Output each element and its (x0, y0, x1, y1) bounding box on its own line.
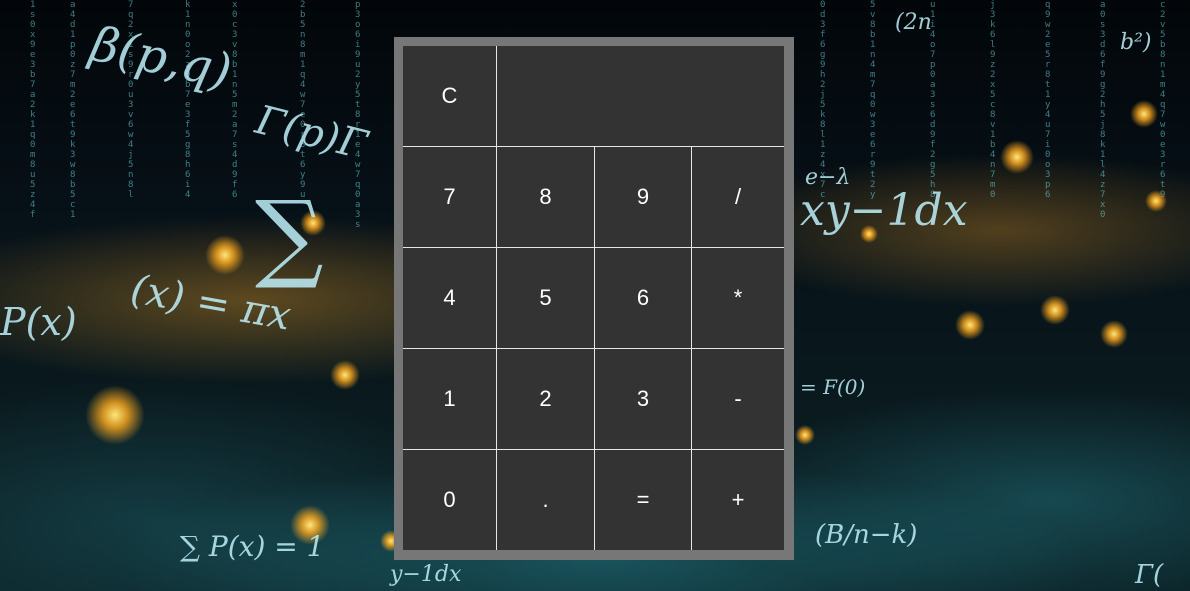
matrix-rain: p3o6i9u2y5t8r1e4w7q0a3s (355, 0, 361, 230)
formula-gamma: Γ(p)Γ (251, 97, 372, 169)
matrix-rain: 5v8b1n4m7q0w3e6r9t2y (870, 0, 876, 200)
clear-button[interactable]: C (403, 46, 497, 147)
formula-integral: xy−1dx (800, 185, 968, 236)
formula-e-lambda: e−λ (805, 165, 851, 190)
key-9-button[interactable]: 9 (595, 147, 692, 248)
formula-gamma-bottom: Γ( (1135, 560, 1164, 590)
key-0-button[interactable]: 0 (403, 450, 497, 550)
subtract-button[interactable]: - (692, 349, 784, 450)
glow-light (1100, 320, 1128, 348)
calculator: C 7 8 9 / 4 5 6 * 1 2 3 - 0 . = + (394, 37, 794, 560)
key-5-button[interactable]: 5 (497, 248, 595, 349)
key-1-button[interactable]: 1 (403, 349, 497, 450)
key-7-button[interactable]: 7 (403, 147, 497, 248)
formula-fraction: (B/n−k) (815, 520, 918, 550)
matrix-rain: 1s0x9e3b7a2k1q0m8u5z4f (30, 0, 36, 220)
glow-light (205, 235, 245, 275)
equals-button[interactable]: = (595, 450, 692, 550)
key-3-button[interactable]: 3 (595, 349, 692, 450)
formula-f-zero: = F(0) (800, 375, 866, 399)
formula-2n: (2n (895, 10, 932, 35)
matrix-rain: a4d1p0z7m2e6t9k3w8b5c1 (70, 0, 76, 220)
formula-sum: ∑ (255, 180, 324, 292)
formula-beta: β(p,q) (85, 15, 237, 101)
formula-p-x: P(x) (0, 300, 77, 344)
add-button[interactable]: + (692, 450, 784, 550)
key-4-button[interactable]: 4 (403, 248, 497, 349)
key-6-button[interactable]: 6 (595, 248, 692, 349)
matrix-rain: j3k6l9z2x5c8v1b4n7m0 (990, 0, 996, 200)
glow-light (955, 310, 985, 340)
calculator-keypad: C 7 8 9 / 4 5 6 * 1 2 3 - 0 . = + (403, 46, 784, 550)
glow-light (1130, 100, 1158, 128)
key-8-button[interactable]: 8 (497, 147, 595, 248)
glow-light (1040, 295, 1070, 325)
key-2-button[interactable]: 2 (497, 349, 595, 450)
glow-light (795, 425, 815, 445)
formula-sum-bottom: ∑ P(x) = 1 (180, 530, 325, 563)
matrix-rain: q9w2e5r8t1y4u7i0o3p6 (1045, 0, 1051, 200)
decimal-button[interactable]: . (497, 450, 595, 550)
glow-light (85, 385, 145, 445)
glow-light (1000, 140, 1034, 174)
formula-b-squared: b²) (1120, 30, 1152, 55)
glow-light (1145, 190, 1167, 212)
glow-light (330, 360, 360, 390)
multiply-button[interactable]: * (692, 248, 784, 349)
formula-integral-bottom: y−1dx (390, 562, 462, 587)
calculator-display (497, 46, 784, 147)
divide-button[interactable]: / (692, 147, 784, 248)
